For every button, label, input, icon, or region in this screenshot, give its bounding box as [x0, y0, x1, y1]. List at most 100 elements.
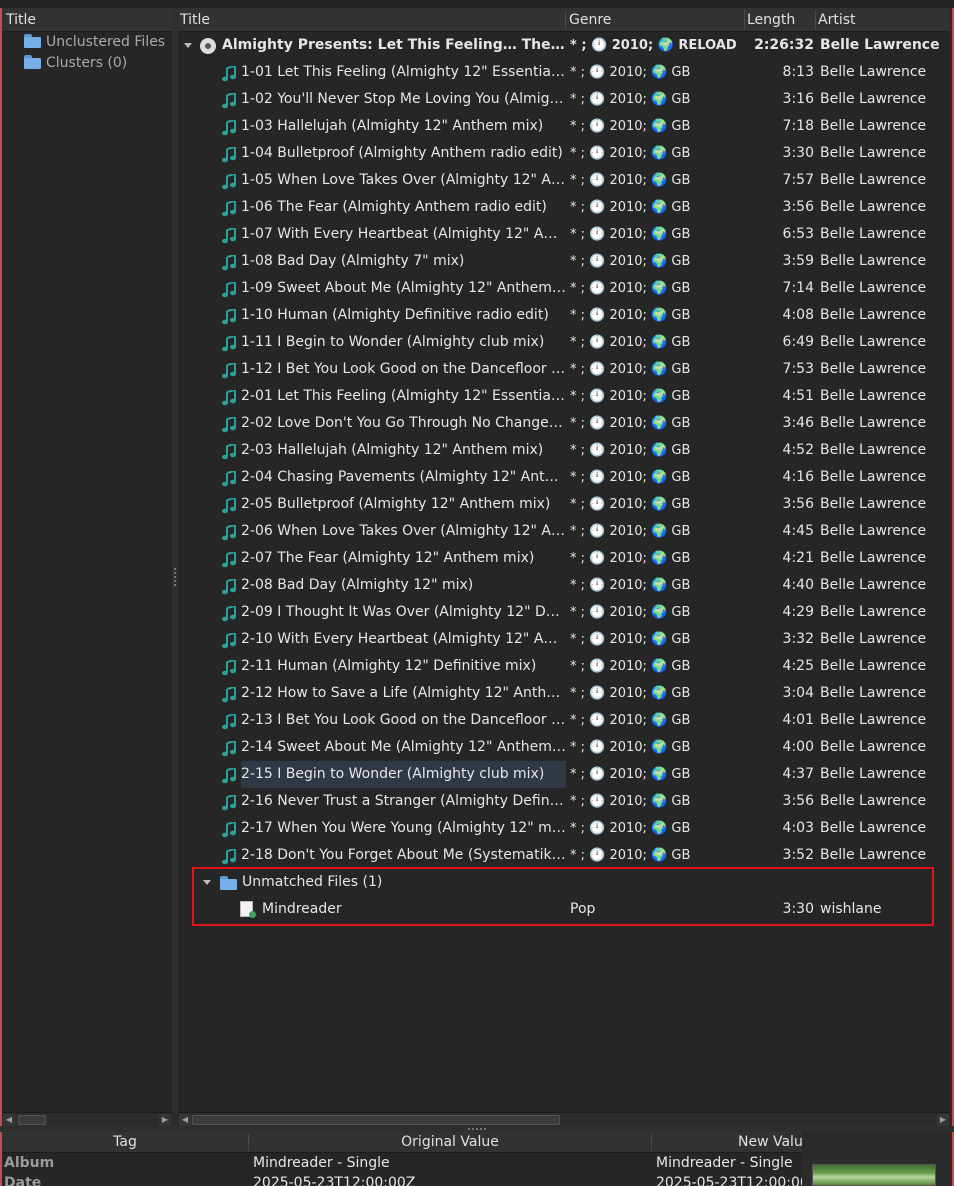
track-length: 4:51 [782, 388, 814, 404]
track-row[interactable]: 1-12 I Bet You Look Good on the Danceflo… [178, 356, 950, 383]
music-note-icon [221, 361, 237, 379]
column-header-tag[interactable]: Tag [2, 1132, 248, 1153]
tree-item-label: Unclustered Files (0) [46, 34, 170, 50]
left-pane [2, 8, 172, 1112]
track-row[interactable]: 2-05 Bulletproof (Almighty 12" Anthem mi… [178, 491, 950, 518]
track-genre: * ; 🕛 2010; 🌍 GB [570, 227, 691, 242]
track-row[interactable]: 2-15 I Begin to Wonder (Almighty club mi… [178, 761, 950, 788]
track-artist: Belle Lawrence [820, 523, 927, 539]
track-genre: * ; 🕛 2010; 🌍 GB [570, 92, 691, 107]
music-note-icon [221, 577, 237, 595]
album-genre: * ; 🕛 2010; 🌍 RELOAD [570, 38, 737, 53]
music-note-icon [221, 469, 237, 487]
original-value: Mindreader - Single [253, 1155, 390, 1171]
column-header-title[interactable]: Title [178, 8, 564, 31]
track-title: 2-03 Hallelujah (Almighty 12" Anthem mix… [241, 442, 544, 458]
track-artist: Belle Lawrence [820, 847, 927, 863]
track-row[interactable]: 1-10 Human (Almighty Definitive radio ed… [178, 302, 950, 329]
track-row[interactable]: 1-03 Hallelujah (Almighty 12" Anthem mix… [178, 113, 950, 140]
track-row[interactable]: 2-08 Bad Day (Almighty 12" mix) * ; 🕛 201… [178, 572, 950, 599]
track-row[interactable]: 1-05 When Love Takes Over (Almighty 12" … [178, 167, 950, 194]
track-row[interactable]: 2-09 I Thought It Was Over (Almighty 12"… [178, 599, 950, 626]
new-value[interactable]: Mindreader - Single [656, 1153, 802, 1173]
column-header-length[interactable]: Length [745, 8, 815, 31]
track-genre: * ; 🕛 2010; 🌍 GB [570, 497, 691, 512]
track-artist: Belle Lawrence [820, 766, 927, 782]
scroll-thumb[interactable] [192, 1115, 560, 1125]
column-header-artist[interactable]: Artist [816, 8, 950, 31]
track-row[interactable]: 1-09 Sweet About Me (Almighty 12" Anthem… [178, 275, 950, 302]
track-length: 4:16 [782, 469, 814, 485]
track-row[interactable]: 2-16 Never Trust a Stranger (Almighty De… [178, 788, 950, 815]
left-hscrollbar[interactable]: ◀ ▶ [2, 1112, 172, 1126]
column-header-genre[interactable]: Genre [567, 8, 743, 31]
tag-row-album[interactable]: Album Mindreader - Single Mindreader - S… [2, 1153, 802, 1173]
track-row[interactable]: 2-10 With Every Heartbeat (Almighty 12" … [178, 626, 950, 653]
track-length: 7:14 [782, 280, 814, 296]
track-row[interactable]: 1-11 I Begin to Wonder (Almighty club mi… [178, 329, 950, 356]
track-row[interactable]: 2-11 Human (Almighty 12" Definitive mix)… [178, 653, 950, 680]
track-row[interactable]: 1-06 The Fear (Almighty Anthem radio edi… [178, 194, 950, 221]
track-row[interactable]: 1-07 With Every Heartbeat (Almighty 12" … [178, 221, 950, 248]
column-header-original[interactable]: Original Value [249, 1132, 651, 1153]
right-hscrollbar[interactable]: ◀ ▶ [178, 1112, 950, 1126]
track-row[interactable]: 2-18 Don't You Forget About Me (Systemat… [178, 842, 950, 869]
tree-item-label: Clusters (0) [46, 55, 128, 71]
track-artist: Belle Lawrence [820, 739, 927, 755]
track-row[interactable]: 2-14 Sweet About Me (Almighty 12" Anthem… [178, 734, 950, 761]
track-row[interactable]: 1-02 You'll Never Stop Me Loving You (Al… [178, 86, 950, 113]
column-header-new[interactable]: New Value [738, 1132, 802, 1153]
track-row[interactable]: 1-04 Bulletproof (Almighty Anthem radio … [178, 140, 950, 167]
track-artist: Belle Lawrence [820, 820, 927, 836]
album-row[interactable]: Almighty Presents: Let This Feeling… The… [178, 32, 950, 59]
disc-icon [200, 38, 216, 54]
track-row[interactable]: 1-01 Let This Feeling (Almighty 12" Esse… [178, 59, 950, 86]
track-row[interactable]: 2-13 I Bet You Look Good on the Danceflo… [178, 707, 950, 734]
track-genre: * ; 🕛 2010; 🌍 GB [570, 659, 691, 674]
music-note-icon [221, 280, 237, 298]
album-title: Almighty Presents: Let This Feeling… The… [222, 37, 566, 53]
tag-table-header: Tag Original Value New Value [2, 1132, 802, 1153]
track-length: 7:57 [782, 172, 814, 188]
track-row[interactable]: 2-01 Let This Feeling (Almighty 12" Esse… [178, 383, 950, 410]
track-row[interactable]: 2-02 Love Don't You Go Through No Change… [178, 410, 950, 437]
scroll-right-icon[interactable]: ▶ [937, 1114, 949, 1126]
tag-row-date[interactable]: Date 2025-05-23T12:00:00Z 2025-05-23T12:… [2, 1173, 802, 1186]
music-note-icon [221, 685, 237, 703]
track-title: 1-10 Human (Almighty Definitive radio ed… [241, 307, 549, 323]
tree-item-unclustered-files[interactable]: Unclustered Files (0) [24, 32, 170, 52]
track-genre: * ; 🕛 2010; 🌍 GB [570, 308, 691, 323]
music-note-icon [221, 496, 237, 514]
track-artist: Belle Lawrence [820, 334, 927, 350]
track-genre: * ; 🕛 2010; 🌍 GB [570, 389, 691, 404]
cover-art-image[interactable] [812, 1164, 936, 1186]
left-header[interactable]: Title [2, 8, 172, 32]
track-genre: * ; 🕛 2010; 🌍 GB [570, 443, 691, 458]
track-artist: Belle Lawrence [820, 91, 927, 107]
track-title: 1-08 Bad Day (Almighty 7" mix) [241, 253, 465, 269]
chevron-down-icon[interactable] [184, 43, 192, 48]
scroll-right-icon[interactable]: ▶ [159, 1114, 171, 1126]
track-length: 3:56 [782, 793, 814, 809]
track-row[interactable]: 1-08 Bad Day (Almighty 7" mix) * ; 🕛 2010… [178, 248, 950, 275]
track-row[interactable]: 2-07 The Fear (Almighty 12" Anthem mix) *… [178, 545, 950, 572]
scroll-left-icon[interactable]: ◀ [179, 1114, 191, 1126]
track-row[interactable]: 2-04 Chasing Pavements (Almighty 12" Ant… [178, 464, 950, 491]
track-genre: * ; 🕛 2010; 🌍 GB [570, 767, 691, 782]
track-row[interactable]: 2-06 When Love Takes Over (Almighty 12" … [178, 518, 950, 545]
scroll-left-icon[interactable]: ◀ [3, 1114, 15, 1126]
track-row[interactable]: 2-03 Hallelujah (Almighty 12" Anthem mix… [178, 437, 950, 464]
track-title: 1-04 Bulletproof (Almighty Anthem radio … [241, 145, 563, 161]
music-note-icon [221, 307, 237, 325]
scroll-thumb[interactable] [18, 1115, 46, 1125]
track-artist: Belle Lawrence [820, 685, 927, 701]
track-artist: Belle Lawrence [820, 442, 927, 458]
track-row[interactable]: 2-12 How to Save a Life (Almighty 12" An… [178, 680, 950, 707]
track-length: 3:16 [782, 91, 814, 107]
track-artist: Belle Lawrence [820, 712, 927, 728]
new-value[interactable]: 2025-05-23T12:00:00Z [656, 1173, 802, 1186]
track-row[interactable]: 2-17 When You Were Young (Almighty 12" m… [178, 815, 950, 842]
track-genre: * ; 🕛 2010; 🌍 GB [570, 578, 691, 593]
track-genre: * ; 🕛 2010; 🌍 GB [570, 686, 691, 701]
tree-item-clusters[interactable]: Clusters (0) [24, 53, 170, 73]
